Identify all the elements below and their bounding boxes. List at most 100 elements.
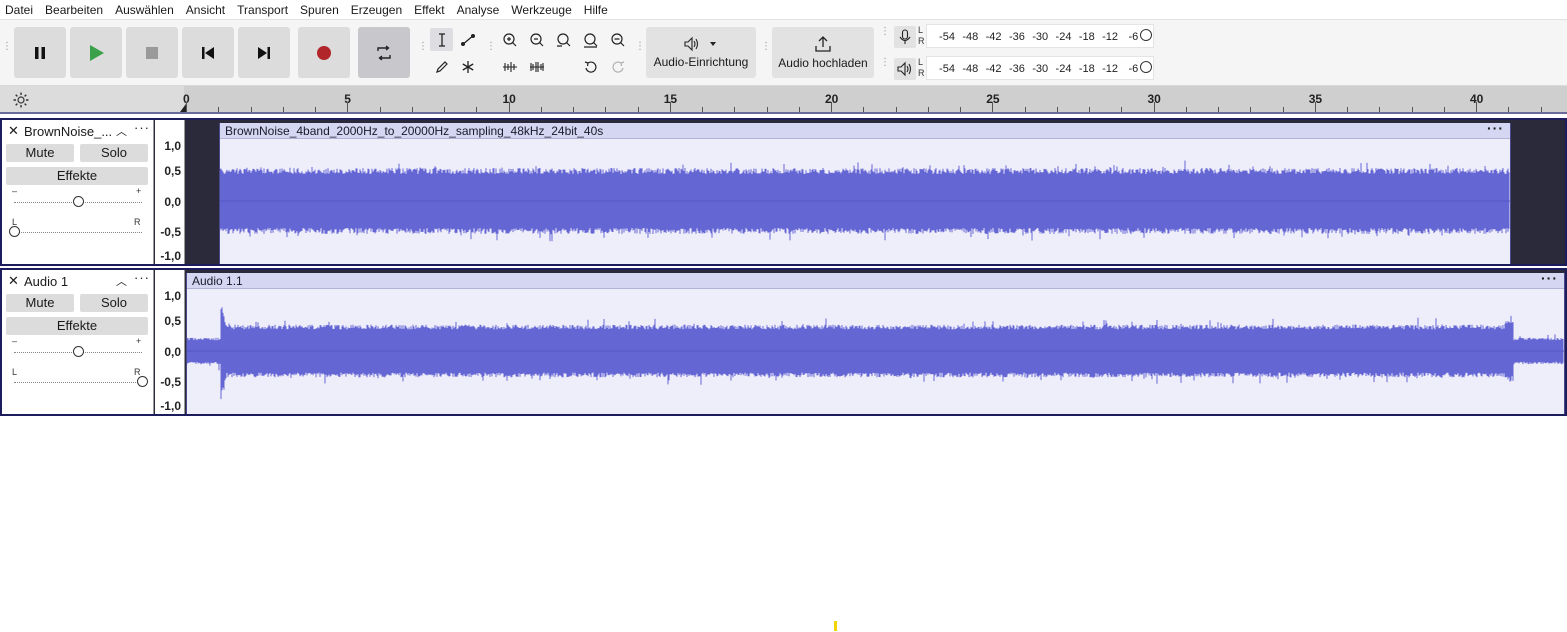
timeline-ruler[interactable]: 0 5 10 15 20 25 30 35 40 <box>180 86 1567 112</box>
menu-item[interactable]: Erzeugen <box>346 0 409 20</box>
stop-icon <box>146 46 158 59</box>
menu-item[interactable]: Auswählen <box>110 0 181 20</box>
audio-clip[interactable]: Audio 1.1 ··· <box>186 270 1565 414</box>
meter-tick-label: -42 <box>985 63 1002 75</box>
track-menu-icon[interactable]: ··· <box>134 120 150 135</box>
track-name[interactable]: BrownNoise_... <box>24 124 112 139</box>
track-control-panel: ✕ Audio 1 ︿ ··· Mute Solo Effekte – + L … <box>2 270 154 414</box>
envelope-tool[interactable] <box>456 28 479 51</box>
menu-bar: Datei Bearbeiten Auswählen Ansicht Transport… <box>0 0 1567 20</box>
track-name[interactable]: Audio 1 <box>24 274 68 289</box>
amplitude-scale: 1,0 0,5 0,0 -0,5 -1,0 <box>155 120 185 264</box>
meter-level-knob[interactable] <box>1140 61 1152 73</box>
playback-meter[interactable]: L R -54 -48 -42 -36 -30 -24 -18 -12 -6 <box>890 54 1160 82</box>
menu-item[interactable]: Spuren <box>295 0 346 20</box>
scale-label: 0,5 <box>164 314 181 328</box>
loop-button[interactable] <box>358 27 410 78</box>
mute-button[interactable]: Mute <box>6 294 74 312</box>
menu-item[interactable]: Transport <box>232 0 295 20</box>
recording-meter[interactable]: L R -54 -48 -42 -36 -30 -24 -18 -12 -6 <box>890 22 1160 50</box>
multi-tool[interactable] <box>456 55 479 78</box>
meter-tick-label: -54 <box>939 31 955 43</box>
clip-header[interactable]: Audio 1.1 ··· <box>187 270 1564 289</box>
clip-menu-icon[interactable]: ··· <box>1487 120 1504 136</box>
menu-item[interactable]: Datei <box>0 0 40 20</box>
zoom-toggle-button[interactable] <box>606 28 629 51</box>
ruler-tick <box>1282 107 1284 112</box>
undo-icon <box>584 60 597 73</box>
stop-button[interactable] <box>126 27 178 78</box>
upload-audio-button[interactable]: Audio hochladen <box>772 27 874 78</box>
record-button[interactable] <box>298 27 350 78</box>
zoom-in-button[interactable] <box>498 28 521 51</box>
record-meter-grip[interactable]: ⋮ <box>880 27 890 43</box>
toolbar-grip[interactable]: ⋮ <box>2 42 12 58</box>
effects-button[interactable]: Effekte <box>6 167 148 185</box>
meter-tick-label: -30 <box>1032 31 1049 43</box>
fit-selection-button[interactable] <box>552 28 575 51</box>
microphone-button[interactable] <box>894 26 916 48</box>
track-audio-1[interactable]: ✕ Audio 1 ︿ ··· Mute Solo Effekte – + L … <box>0 268 1567 416</box>
collapse-track-icon[interactable]: ︿ <box>116 273 127 289</box>
selection-tool[interactable] <box>430 28 453 51</box>
undo-button[interactable] <box>579 55 602 78</box>
close-track-icon[interactable]: ✕ <box>8 273 19 289</box>
mute-button[interactable]: Mute <box>6 144 74 162</box>
ruler-tick <box>282 107 284 112</box>
audio-clip[interactable]: BrownNoise_4band_2000Hz_to_20000Hz_sampl… <box>219 120 1511 264</box>
gear-icon[interactable] <box>12 91 30 109</box>
pan-slider-knob[interactable] <box>137 376 148 387</box>
play-meter-grip[interactable]: ⋮ <box>880 58 890 74</box>
menu-item[interactable]: Analyse <box>452 0 507 20</box>
zoom-out-button[interactable] <box>525 28 548 51</box>
meter-level-knob[interactable] <box>1140 29 1152 41</box>
playback-meter-scale[interactable]: -54 -48 -42 -36 -30 -24 -18 -12 -6 <box>926 56 1154 80</box>
scale-label: -0,5 <box>160 375 181 389</box>
gain-slider-knob[interactable] <box>73 196 84 207</box>
trim-icon <box>502 61 517 72</box>
redo-icon <box>611 60 624 73</box>
collapse-track-icon[interactable]: ︿ <box>116 123 127 139</box>
skip-to-start-button[interactable] <box>182 27 234 78</box>
close-track-icon[interactable]: ✕ <box>8 123 19 139</box>
clip-menu-icon[interactable]: ··· <box>1541 270 1558 286</box>
pan-slider-knob[interactable] <box>9 226 20 237</box>
menu-item[interactable]: Ansicht <box>181 0 232 20</box>
track-brownnoise[interactable]: ✕ BrownNoise_... ︿ ··· Mute Solo Effekte… <box>0 118 1567 266</box>
fit-project-button[interactable] <box>579 28 602 51</box>
meter-tick-label: -24 <box>1055 31 1072 43</box>
silence-button[interactable] <box>525 55 548 78</box>
speaker-button[interactable] <box>894 58 916 80</box>
audio-setup-button[interactable]: Audio-Einrichtung <box>646 27 756 78</box>
pan-slider-track[interactable] <box>14 382 142 383</box>
effects-button[interactable]: Effekte <box>6 317 148 335</box>
play-icon <box>90 44 104 61</box>
menu-item[interactable]: Effekt <box>409 0 451 20</box>
ruler-tick <box>798 107 800 112</box>
tools-grip[interactable]: ⋮ <box>418 42 428 58</box>
draw-tool[interactable] <box>430 55 453 78</box>
skip-to-end-button[interactable] <box>238 27 290 78</box>
edit-grip[interactable]: ⋮ <box>486 42 496 58</box>
clip-header[interactable]: BrownNoise_4band_2000Hz_to_20000Hz_sampl… <box>220 120 1510 139</box>
pan-slider-track[interactable] <box>14 232 142 233</box>
menu-item[interactable]: Bearbeiten <box>40 0 110 20</box>
meter-tick-label: -12 <box>1102 63 1119 75</box>
audio-setup-grip[interactable]: ⋮ <box>635 42 645 58</box>
toolbar: ⋮ ⋮ ⋮ ⋮ Audio-Einrichtung ⋮ Audio hochla… <box>0 20 1567 86</box>
share-grip[interactable]: ⋮ <box>761 42 771 58</box>
ruler-tick <box>1314 102 1316 112</box>
gain-minus-label: – <box>12 336 18 346</box>
solo-button[interactable]: Solo <box>80 294 148 312</box>
clip-title: Audio 1.1 <box>192 274 243 288</box>
menu-item[interactable]: Hilfe <box>579 0 615 20</box>
pause-button[interactable] <box>14 27 66 78</box>
trim-button[interactable] <box>498 55 521 78</box>
track-menu-icon[interactable]: ··· <box>134 270 150 285</box>
gain-slider-knob[interactable] <box>73 346 84 357</box>
solo-button[interactable]: Solo <box>80 144 148 162</box>
play-button[interactable] <box>70 27 122 78</box>
menu-item[interactable]: Werkzeuge <box>506 0 578 20</box>
ruler-tick <box>444 107 445 112</box>
recording-meter-scale[interactable]: -54 -48 -42 -36 -30 -24 -18 -12 -6 <box>926 24 1154 48</box>
